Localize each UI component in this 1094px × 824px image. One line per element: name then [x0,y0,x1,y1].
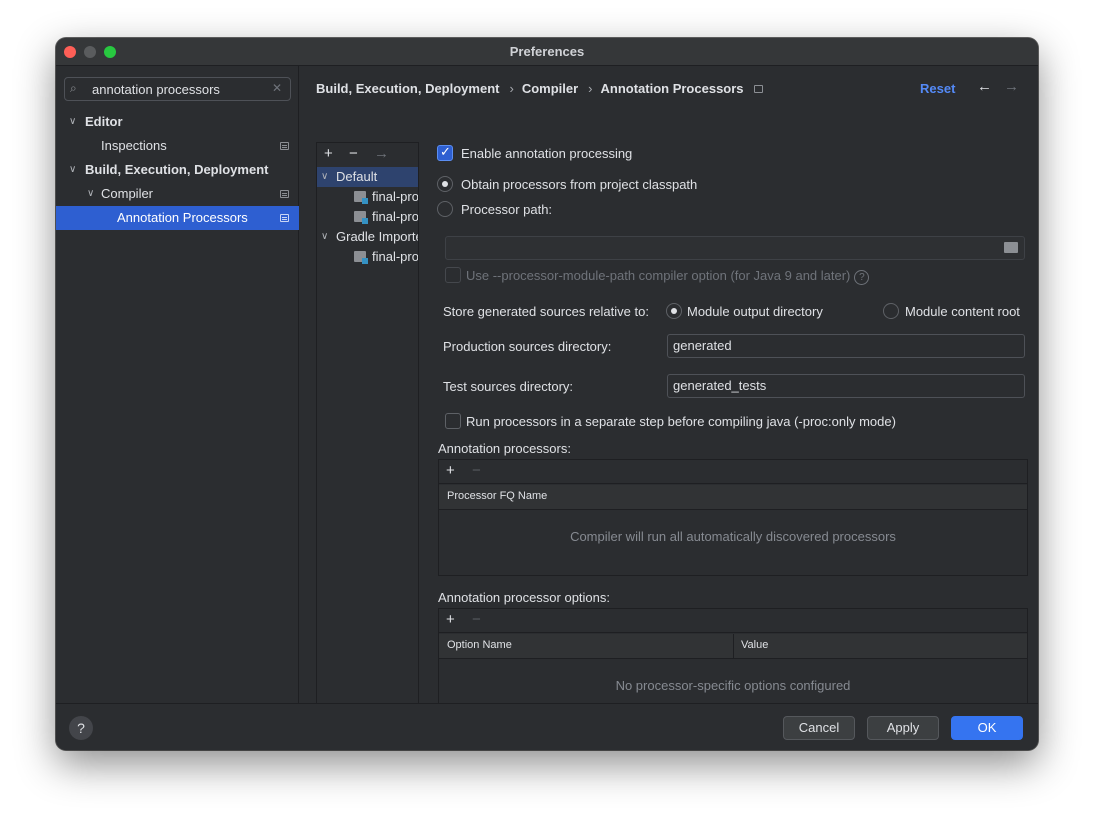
obtain-from-classpath-label: Obtain processors from project classpath [461,177,698,192]
move-to-profile-button[interactable]: → [374,145,389,162]
chevron-down-icon[interactable]: ∨ [87,182,94,206]
store-generated-relative-label: Store generated sources relative to: [443,304,649,319]
options-table-header: Option Name Value [439,634,1027,659]
window-title: Preferences [509,44,585,59]
settings-sidebar: ⌕ annotation processors ✕ ∨ Editor Inspe… [56,66,299,703]
column-divider[interactable] [733,634,734,659]
project-settings-icon [280,190,289,198]
processor-path-label: Processor path: [461,202,553,217]
annotation-processors-title: Annotation processors: [438,441,571,456]
module-output-directory-radio[interactable] [666,303,682,319]
sidebar-item-label: Editor [85,114,123,129]
obtain-from-classpath-radio[interactable] [437,176,453,192]
column-header-processor-fq-name[interactable]: Processor FQ Name [447,490,547,502]
module-content-root-label: Module content root [905,304,1020,319]
settings-search-input[interactable]: ⌕ annotation processors ✕ [64,77,291,101]
remove-processor-button[interactable]: − [472,462,481,479]
column-header-option-name[interactable]: Option Name [447,639,512,651]
project-settings-icon [280,214,289,222]
add-option-button[interactable]: + [446,611,455,628]
test-sources-directory-input[interactable]: generated_tests [667,374,1025,398]
enable-annotation-processing-label: Enable annotation processing [461,146,633,161]
module-label: final-project [372,209,418,224]
ok-button[interactable]: OK [951,716,1023,740]
settings-content: Build, Execution, Deployment › Compiler › An… [300,66,1038,725]
annotation-processor-options-title: Annotation processor options: [438,590,610,605]
sidebar-item-label: Annotation Processors [117,210,248,225]
processor-path-input[interactable] [445,236,1025,260]
processor-module-path-label: Use --processor-module-path compiler opt… [466,268,870,285]
cancel-button[interactable]: Cancel [783,716,855,740]
profile-module-item[interactable]: final-project [317,187,418,207]
remove-profile-button[interactable]: − [349,145,358,162]
chevron-down-icon[interactable]: ∨ [321,167,328,187]
module-output-directory-label: Module output directory [687,304,823,319]
module-folder-icon [354,191,368,204]
preferences-window: Preferences ⌕ annotation processors ✕ ∨ … [56,38,1038,750]
search-input-value: annotation processors [92,82,220,97]
annotation-processor-form: Enable annotation processing Obtain proc… [432,66,1038,725]
module-folder-icon [354,211,368,224]
dialog-footer: ? Cancel Apply OK [56,703,1038,750]
add-processor-button[interactable]: + [446,462,455,479]
sidebar-item-build-execution-deployment[interactable]: ∨ Build, Execution, Deployment [56,158,299,182]
test-sources-directory-label: Test sources directory: [443,379,574,394]
profiles-toolbar: + − → [317,143,418,167]
processors-table-toolbar: + − [439,460,1027,484]
apply-button[interactable]: Apply [867,716,939,740]
processor-module-path-checkbox[interactable] [445,267,461,283]
sidebar-item-annotation-processors[interactable]: Annotation Processors [56,206,299,230]
help-button[interactable]: ? [69,716,93,740]
module-label: final-project [372,189,418,204]
sidebar-item-label: Inspections [101,138,167,153]
separate-step-label: Run processors in a separate step before… [466,414,896,429]
options-table-toolbar: + − [439,609,1027,633]
search-icon: ⌕ [70,81,77,95]
profile-module-item[interactable]: final-project [317,247,418,267]
module-content-root-radio[interactable] [883,303,899,319]
enable-annotation-processing-checkbox[interactable] [437,144,453,161]
module-label: final-project [372,249,418,264]
profile-module-item[interactable]: final-project [317,207,418,227]
processors-empty-text: Compiler will run all automatically disc… [570,529,896,544]
clear-search-icon[interactable]: ✕ [272,81,282,95]
processor-profiles-panel: + − → ∨ Default final-project final-proj… [316,142,419,714]
chevron-down-icon[interactable]: ∨ [69,158,76,182]
chevron-down-icon[interactable]: ∨ [69,110,76,134]
sidebar-item-label: Compiler [101,186,154,201]
column-header-value[interactable]: Value [741,639,768,651]
profile-label: Default [336,169,378,184]
sidebar-item-compiler[interactable]: ∨ Compiler [56,182,299,206]
help-question-icon[interactable]: ? [854,270,870,285]
chevron-down-icon[interactable]: ∨ [321,227,328,247]
module-folder-icon [354,251,368,264]
profile-item-default[interactable]: ∨ Default [317,167,418,187]
production-sources-directory-input[interactable]: generated [667,334,1025,358]
options-empty-text: No processor-specific options configured [615,678,851,693]
separate-step-checkbox[interactable] [445,413,461,429]
processor-path-radio[interactable] [437,201,453,217]
profile-label: Gradle Imported [336,229,418,244]
annotation-processors-table: + − Processor FQ Name Compiler will run … [438,459,1028,576]
profile-item-gradle-imported[interactable]: ∨ Gradle Imported [317,227,418,247]
production-sources-directory-label: Production sources directory: [443,339,612,354]
remove-option-button[interactable]: − [472,611,481,628]
sidebar-item-label: Build, Execution, Deployment [85,162,269,177]
folder-icon[interactable] [1004,242,1018,253]
sidebar-item-inspections[interactable]: Inspections [56,134,299,158]
processors-table-header: Processor FQ Name [439,485,1027,510]
sidebar-item-editor[interactable]: ∨ Editor [56,110,299,134]
title-bar: Preferences [56,38,1038,66]
add-profile-button[interactable]: + [324,145,333,162]
project-settings-icon [280,142,289,150]
